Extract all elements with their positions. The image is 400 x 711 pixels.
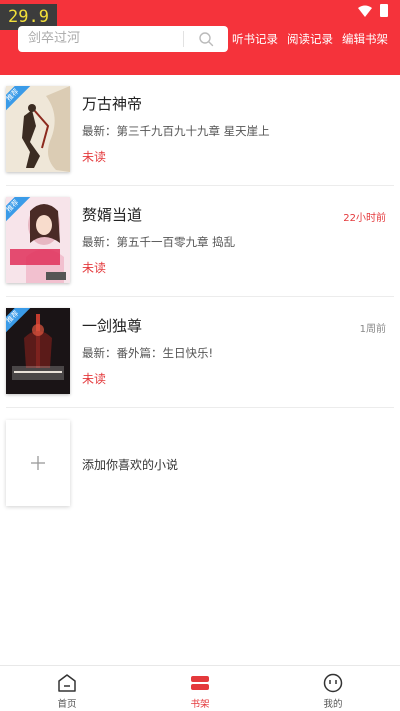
add-book-label[interactable]: 添加你喜欢的小说 (82, 456, 178, 473)
add-book-button[interactable] (6, 420, 70, 506)
battery-icon (380, 4, 388, 17)
nav-label-home: 首页 (57, 699, 77, 710)
book-latest-chapter: 最新：第五千一百零九章 捣乱 (82, 235, 236, 249)
search-icon[interactable] (198, 31, 214, 47)
status-icons (358, 4, 388, 17)
plus-icon (31, 456, 45, 470)
nav-item-home[interactable]: 首页 (27, 666, 107, 711)
profile-icon (323, 673, 343, 693)
book-item[interactable]: 推荐 赘婿当道 22小时前 最新：第五千一百零九章 捣乱 未读 (0, 186, 400, 297)
book-item[interactable]: 推荐 一剑独尊 1周前 最新：番外篇：生日快乐! 未读 (0, 297, 400, 408)
update-time: 1周前 (359, 324, 386, 335)
nav-label-bookshelf: 书架 (190, 699, 210, 710)
status-bar: 29.9 (0, 0, 400, 30)
wifi-icon (358, 5, 372, 17)
bookshelf-icon (191, 676, 209, 690)
book-title: 赘婿当道 (82, 206, 143, 224)
nav-label-profile: 我的 (323, 699, 343, 710)
nav-item-profile[interactable]: 我的 (293, 666, 373, 711)
divider (6, 407, 394, 408)
search-input[interactable]: 剑卒过河 (18, 26, 228, 52)
header-bar: 29.9 剑卒过河 听书记录 阅读记录 编辑书架 (0, 0, 400, 75)
home-icon (58, 674, 76, 692)
read-status: 未读 (82, 150, 107, 164)
nav-item-bookshelf[interactable]: 书架 (160, 666, 240, 711)
book-cover[interactable]: 推荐 (6, 86, 70, 172)
book-latest-chapter: 最新：番外篇：生日快乐! (82, 346, 214, 360)
book-latest-chapter: 最新：第三千九百九十九章 星天崖上 (82, 124, 270, 138)
bottom-nav: 首页 书架 我的 (0, 665, 400, 711)
header-links: 听书记录 阅读记录 编辑书架 (232, 26, 388, 52)
book-title: 万古神帝 (82, 95, 143, 113)
read-status: 未读 (82, 372, 107, 386)
read-history-link[interactable]: 阅读记录 (287, 31, 333, 47)
book-item[interactable]: 推荐 万古神帝 最新：第三千九百九十九章 星天崖上 未读 (0, 75, 400, 186)
book-cover[interactable]: 推荐 (6, 308, 70, 394)
search-divider (183, 31, 184, 47)
edit-shelf-link[interactable]: 编辑书架 (342, 31, 388, 47)
book-cover[interactable]: 推荐 (6, 197, 70, 283)
book-title: 一剑独尊 (82, 317, 143, 335)
listen-history-link[interactable]: 听书记录 (232, 31, 278, 47)
search-placeholder: 剑卒过河 (28, 31, 81, 46)
update-time: 22小时前 (343, 213, 386, 224)
read-status: 未读 (82, 261, 107, 275)
